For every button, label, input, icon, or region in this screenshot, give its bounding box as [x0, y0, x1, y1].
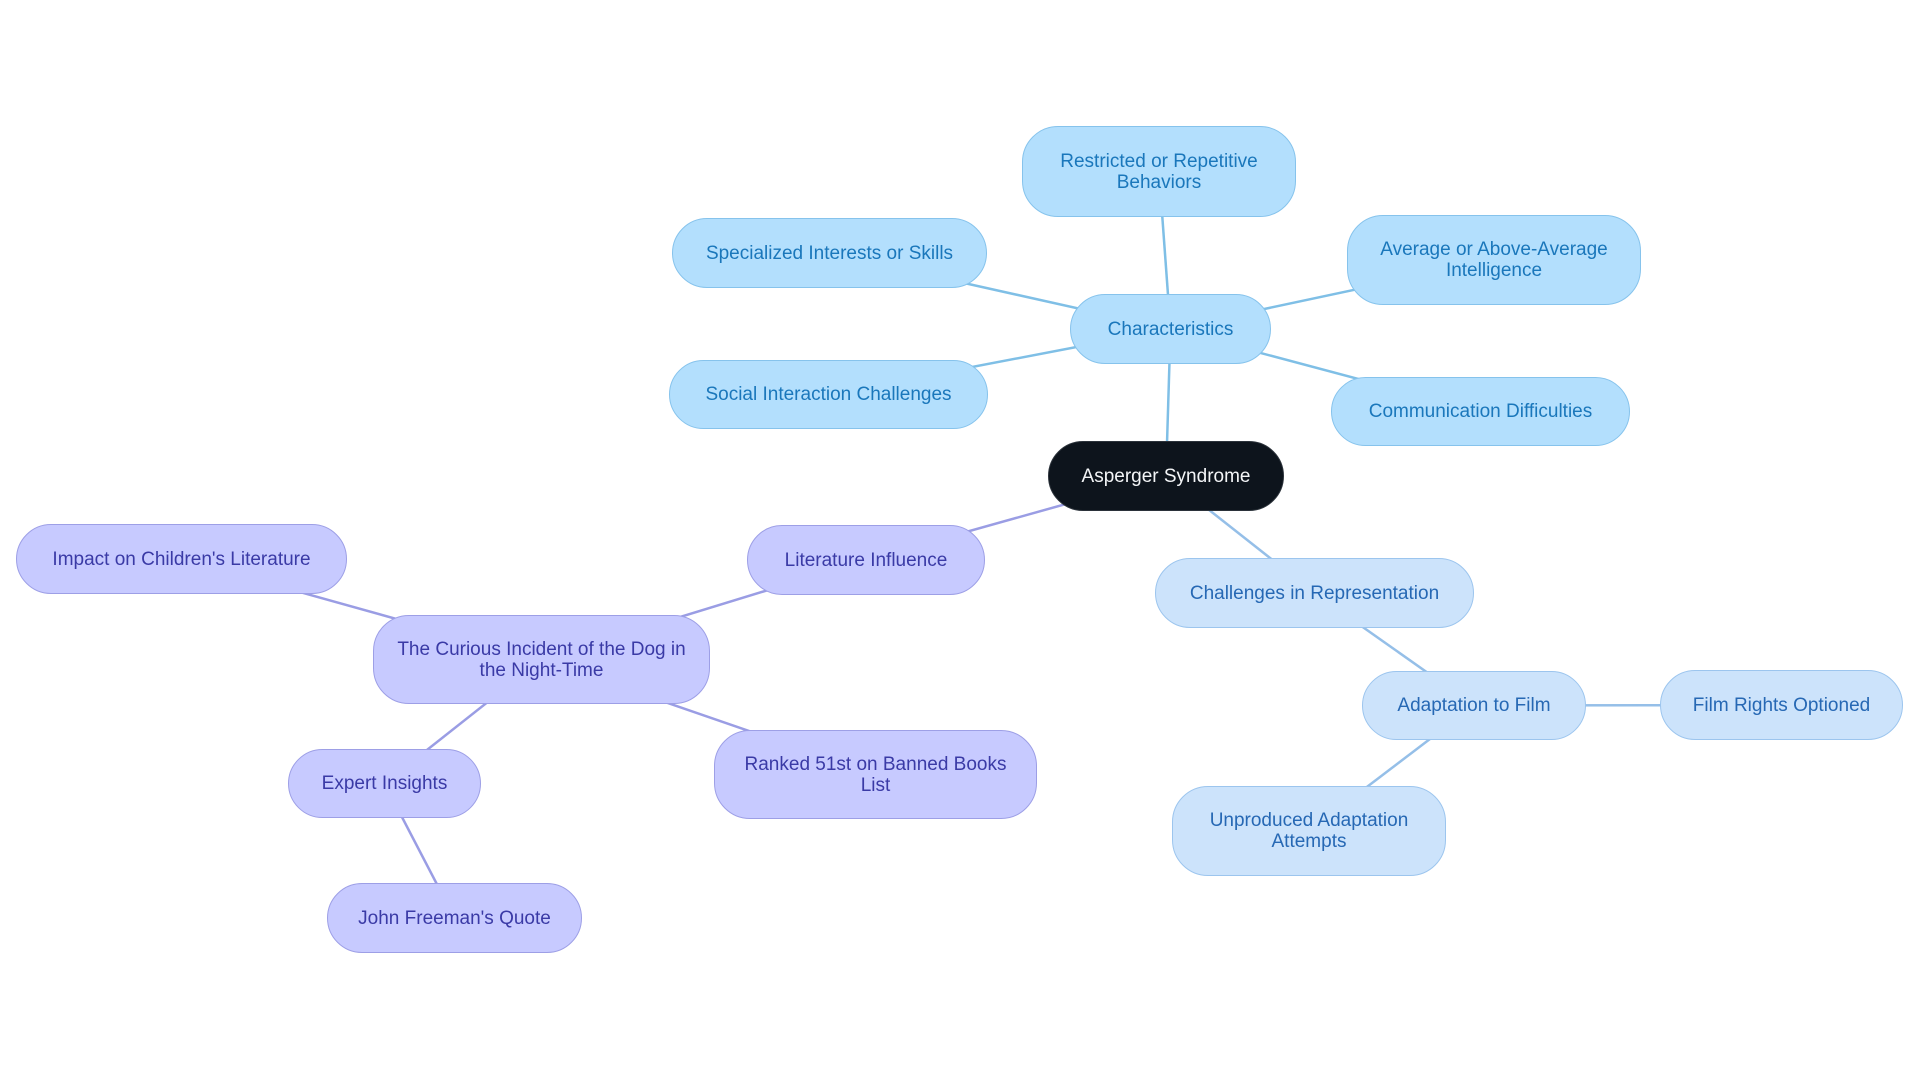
node-label: Ranked 51st on Banned Books List [744, 753, 1007, 796]
node-average-intelligence[interactable]: Average or Above-Average Intelligence [1347, 215, 1641, 305]
node-restricted-repetitive-behaviors[interactable]: Restricted or Repetitive Behaviors [1022, 126, 1296, 217]
node-social-interaction-challenges[interactable]: Social Interaction Challenges [669, 360, 988, 429]
node-communication-difficulties[interactable]: Communication Difficulties [1331, 377, 1630, 446]
node-label: Restricted or Repetitive Behaviors [1060, 150, 1258, 193]
node-label: Social Interaction Challenges [705, 384, 952, 405]
node-label: Adaptation to Film [1397, 695, 1551, 716]
node-label: Challenges in Representation [1189, 582, 1440, 604]
node-label: Average or Above-Average Intelligence [1380, 239, 1608, 281]
node-label: The Curious Incident of the Dog in the N… [397, 638, 686, 681]
node-unproduced-adaptation-attempts[interactable]: Unproduced Adaptation Attempts [1172, 786, 1446, 876]
node-specialized-interests[interactable]: Specialized Interests or Skills [672, 218, 987, 288]
node-label: Asperger Syndrome [1081, 465, 1251, 487]
node-label: Unproduced Adaptation Attempts [1209, 810, 1409, 852]
root-node-asperger-syndrome[interactable]: Asperger Syndrome [1048, 441, 1284, 511]
node-label: Characteristics [1107, 318, 1234, 340]
node-label: Expert Insights [321, 773, 448, 794]
node-label: Specialized Interests or Skills [705, 242, 954, 264]
node-label: Film Rights Optioned [1692, 694, 1871, 716]
node-film-rights-optioned[interactable]: Film Rights Optioned [1660, 670, 1903, 740]
node-label: Communication Difficulties [1368, 401, 1593, 422]
node-john-freeman-quote[interactable]: John Freeman's Quote [327, 883, 582, 953]
node-expert-insights[interactable]: Expert Insights [288, 749, 481, 818]
node-label: Impact on Children's Literature [52, 548, 311, 570]
node-label: Literature Influence [784, 549, 948, 571]
node-ranked-banned-books[interactable]: Ranked 51st on Banned Books List [714, 730, 1037, 819]
node-characteristics[interactable]: Characteristics [1070, 294, 1271, 364]
node-label: John Freeman's Quote [358, 907, 551, 929]
node-literature-influence[interactable]: Literature Influence [747, 525, 985, 595]
node-impact-childrens-literature[interactable]: Impact on Children's Literature [16, 524, 347, 594]
node-curious-incident[interactable]: The Curious Incident of the Dog in the N… [373, 615, 710, 704]
node-challenges-in-representation[interactable]: Challenges in Representation [1155, 558, 1474, 628]
node-adaptation-to-film[interactable]: Adaptation to Film [1362, 671, 1586, 740]
